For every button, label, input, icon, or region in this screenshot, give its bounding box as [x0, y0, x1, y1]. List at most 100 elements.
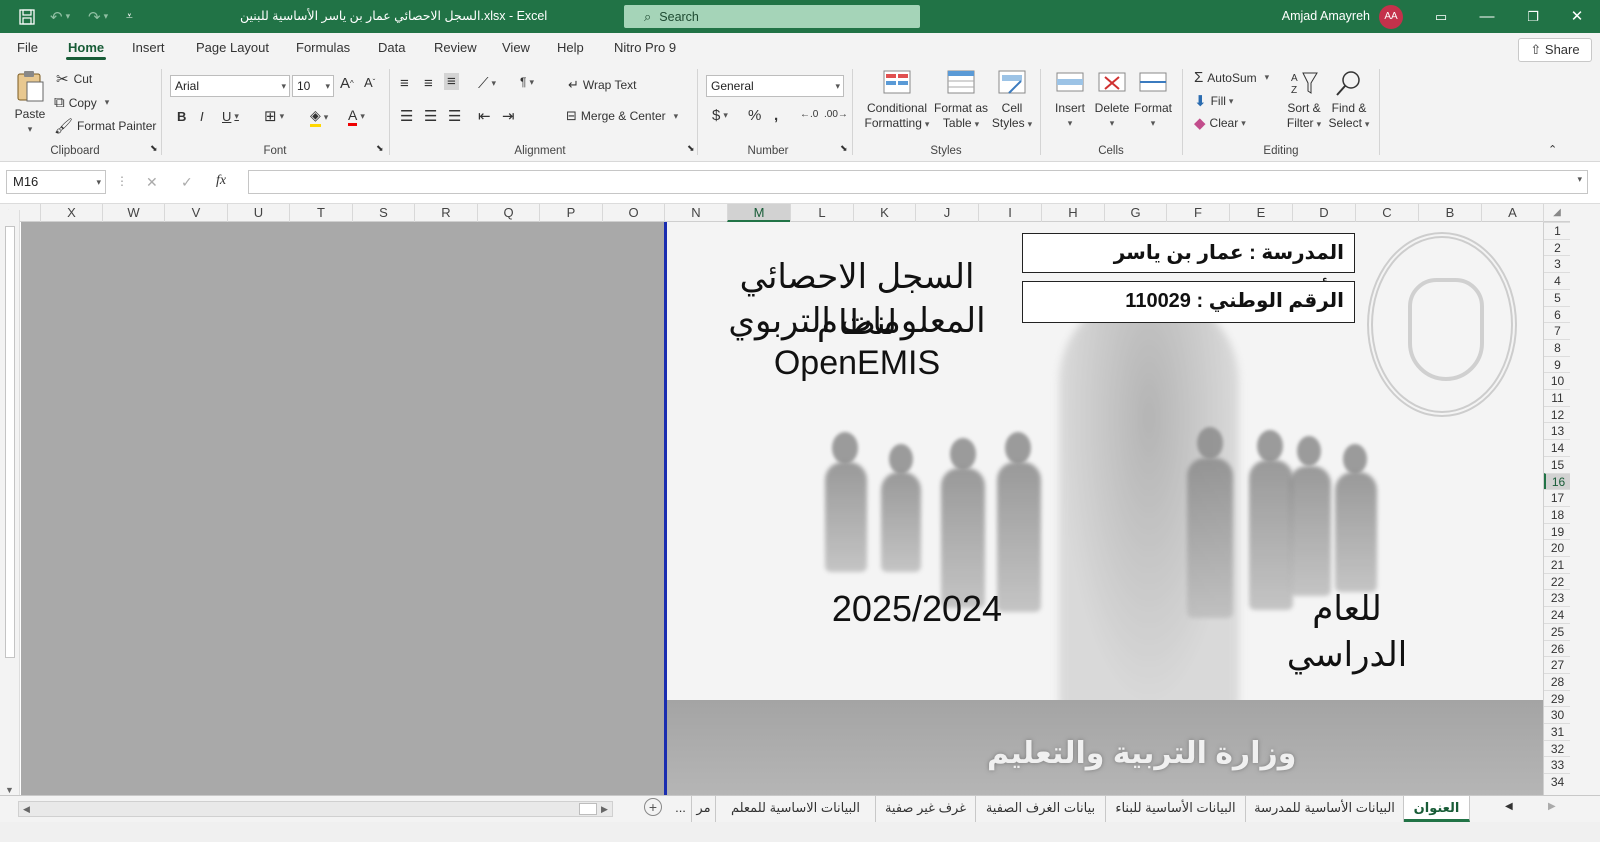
- select-all-corner-icon[interactable]: ◢: [1543, 204, 1570, 222]
- font-name-select[interactable]: Arial ▾: [170, 75, 290, 97]
- collapse-ribbon-icon[interactable]: ⌃: [1548, 143, 1557, 156]
- column-header-a[interactable]: A: [1481, 204, 1543, 222]
- school-year-label[interactable]: للعام الدراسي: [1257, 586, 1437, 678]
- decrease-font-icon[interactable]: Aˇ: [364, 75, 375, 90]
- font-size-select[interactable]: 10 ▾: [292, 75, 334, 97]
- column-header-t[interactable]: T: [289, 204, 352, 222]
- number-format-select[interactable]: General ▾: [706, 75, 844, 97]
- delete-cells-button[interactable]: Delete ▾: [1092, 69, 1132, 131]
- school-year-value[interactable]: 2025/2024: [827, 586, 1007, 632]
- customize-qat-icon[interactable]: ⩡: [126, 0, 133, 33]
- row-header-21[interactable]: 21: [1544, 556, 1571, 573]
- ribbon-display-icon[interactable]: ▭: [1418, 0, 1464, 33]
- row-header-2[interactable]: 2: [1544, 238, 1571, 256]
- column-header-u[interactable]: U: [227, 204, 289, 222]
- align-center-icon[interactable]: ☰: [424, 107, 437, 125]
- increase-font-icon[interactable]: A ^: [340, 75, 354, 92]
- row-header-6[interactable]: 6: [1544, 305, 1571, 323]
- row-header-31[interactable]: 31: [1544, 723, 1571, 740]
- prev-sheet-icon[interactable]: ◀: [1505, 801, 1513, 812]
- row-header-14[interactable]: 14: [1544, 439, 1571, 456]
- sheet-tab-building[interactable]: البيانات الأساسية للبناء: [1106, 796, 1246, 822]
- align-top-icon[interactable]: ≡: [400, 75, 409, 92]
- column-header-m[interactable]: M: [727, 204, 790, 222]
- tab-insert[interactable]: Insert: [132, 33, 165, 63]
- merge-center-button[interactable]: ⊟ Merge & Center ▾: [566, 108, 678, 124]
- cut-button[interactable]: ✂ Cut: [56, 70, 92, 88]
- avatar[interactable]: AA: [1379, 5, 1403, 29]
- borders-icon[interactable]: ⊞ ▾: [264, 107, 284, 125]
- increase-decimal-icon[interactable]: ←.0: [800, 109, 818, 120]
- column-header-i[interactable]: I: [978, 204, 1041, 222]
- sheet-tab-teacher[interactable]: البيانات الاساسية للمعلم: [716, 796, 876, 822]
- column-header-q[interactable]: Q: [477, 204, 539, 222]
- insert-function-icon[interactable]: fx: [216, 173, 226, 189]
- conditional-formatting-button[interactable]: Conditional Formatting ▾: [862, 69, 932, 132]
- row-header-25[interactable]: 25: [1544, 622, 1571, 640]
- row-header-24[interactable]: 24: [1544, 606, 1571, 623]
- percent-icon[interactable]: %: [748, 107, 761, 124]
- italic-icon[interactable]: I: [200, 109, 204, 124]
- tab-review[interactable]: Review: [434, 33, 477, 63]
- non-print-area[interactable]: [21, 222, 664, 814]
- insert-cells-button[interactable]: Insert ▾: [1050, 69, 1090, 131]
- copy-button[interactable]: ⧉ Copy ▾: [54, 94, 109, 111]
- rtl-icon[interactable]: ¶ ▾: [520, 75, 534, 89]
- fill-color-icon[interactable]: ◈ ▾: [310, 107, 328, 127]
- autosum-button[interactable]: Σ AutoSum ▾: [1194, 69, 1269, 86]
- heading-line-2[interactable]: المعلومات التربوي: [707, 298, 1007, 344]
- column-header-f[interactable]: F: [1166, 204, 1229, 222]
- formula-input[interactable]: ▾: [248, 170, 1588, 194]
- column-header-d[interactable]: D: [1292, 204, 1355, 222]
- row-header-16[interactable]: 16: [1544, 472, 1571, 490]
- column-header-j[interactable]: J: [915, 204, 978, 222]
- column-header-o[interactable]: O: [602, 204, 664, 222]
- fill-button[interactable]: ⬇ Fill ▾: [1194, 92, 1233, 110]
- sheet-tab-non-class-rooms[interactable]: غرف غير صفية: [876, 796, 976, 822]
- row-header-3[interactable]: 3: [1544, 255, 1571, 272]
- column-header-v[interactable]: V: [164, 204, 227, 222]
- row-header-26[interactable]: 26: [1544, 639, 1571, 657]
- save-icon[interactable]: [18, 0, 36, 33]
- clear-button[interactable]: ◆ Clear ▾: [1194, 114, 1246, 132]
- row-header-20[interactable]: 20: [1544, 539, 1571, 556]
- column-header-n[interactable]: N: [664, 204, 727, 222]
- dialog-launcher-icon[interactable]: ⬊: [376, 143, 384, 154]
- dialog-launcher-icon[interactable]: ⬊: [840, 143, 848, 154]
- scroll-down-arrow-icon[interactable]: ▼: [5, 785, 14, 795]
- currency-icon[interactable]: $ ▾: [712, 107, 728, 124]
- comma-icon[interactable]: ,: [774, 107, 778, 124]
- column-header-g[interactable]: G: [1104, 204, 1166, 222]
- row-header-19[interactable]: 19: [1544, 522, 1571, 540]
- column-header-l[interactable]: L: [790, 204, 853, 222]
- scroll-left-arrow-icon[interactable]: ◀: [23, 804, 30, 815]
- column-header-p[interactable]: P: [539, 204, 602, 222]
- decrease-decimal-icon[interactable]: .00→: [824, 109, 848, 120]
- row-header-30[interactable]: 30: [1544, 706, 1571, 723]
- sheet-tab-classrooms[interactable]: بيانات الغرف الصفية: [976, 796, 1106, 822]
- row-header-11[interactable]: 11: [1544, 389, 1571, 406]
- align-right-icon[interactable]: ☰: [448, 107, 461, 125]
- row-header-5[interactable]: 5: [1544, 288, 1571, 306]
- row-header-18[interactable]: 18: [1544, 505, 1571, 523]
- cancel-icon[interactable]: ✕: [146, 174, 158, 191]
- vertical-scrollbar[interactable]: ▼: [0, 210, 20, 814]
- school-name-cell[interactable]: المدرسة : عمار بن ياسر الأساسية للبنين: [1022, 233, 1355, 302]
- row-header-15[interactable]: 15: [1544, 455, 1571, 473]
- next-sheet-icon[interactable]: ▶: [1548, 801, 1556, 812]
- add-sheet-icon[interactable]: +: [644, 798, 662, 816]
- search-box[interactable]: ⌕ Search: [624, 5, 920, 28]
- tab-file[interactable]: File: [17, 33, 38, 63]
- sheet-tab-partial[interactable]: مر: [692, 796, 716, 822]
- expand-formula-icon[interactable]: ▾: [1577, 174, 1582, 185]
- format-cells-button[interactable]: Format ▾: [1132, 69, 1174, 131]
- sort-filter-button[interactable]: AZ Sort & Filter ▾: [1282, 69, 1326, 132]
- column-header-k[interactable]: K: [853, 204, 915, 222]
- tab-home[interactable]: Home: [65, 33, 107, 63]
- share-button[interactable]: ⇧ Share: [1518, 38, 1592, 62]
- row-header-23[interactable]: 23: [1544, 589, 1571, 606]
- tab-formulas[interactable]: Formulas: [296, 33, 350, 63]
- row-header-29[interactable]: 29: [1544, 689, 1571, 707]
- tab-view[interactable]: View: [502, 33, 530, 63]
- decrease-indent-icon[interactable]: ⇤: [478, 107, 491, 125]
